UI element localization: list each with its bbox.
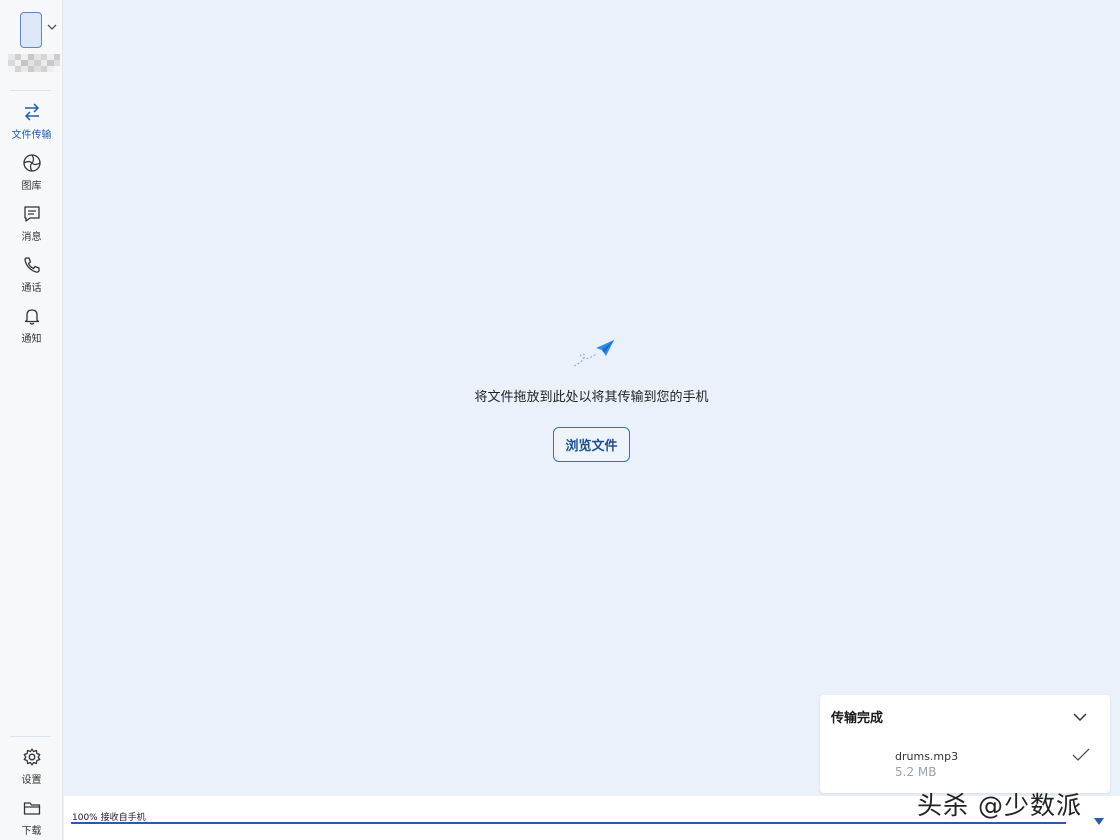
caret-down-icon[interactable] [1094, 818, 1104, 826]
gallery-icon [22, 154, 41, 172]
paper-plane-icon [573, 340, 614, 367]
nav-label: 图库 [21, 181, 42, 192]
nav-messages[interactable]: 消息 [0, 202, 63, 248]
transfer-icon [24, 103, 39, 121]
sidebar-divider [10, 736, 51, 737]
drop-instruction-text: 将文件拖放到此处以将其传输到您的手机 [474, 390, 709, 405]
nav-gallery[interactable]: 图库 [0, 151, 63, 197]
nav-label: 文件传输 [11, 130, 52, 141]
chevron-down-icon[interactable] [47, 22, 57, 32]
progress-bar [71, 822, 1066, 824]
folder-icon [23, 802, 40, 815]
file-name[interactable]: drums.mp3 [895, 750, 958, 763]
browse-files-button[interactable]: 浏览文件 [553, 427, 630, 462]
message-icon [23, 206, 40, 222]
gear-icon [23, 748, 40, 766]
sidebar-divider [10, 90, 51, 91]
nav-settings[interactable]: 设置 [0, 745, 63, 791]
chevron-down-icon[interactable] [1072, 711, 1088, 723]
nav-label: 通话 [21, 283, 42, 294]
phone-icon [23, 257, 40, 273]
nav-downloads[interactable]: 下载 [0, 796, 63, 840]
device-name-blurred [8, 54, 60, 72]
nav-notifications[interactable]: 通知 [0, 304, 63, 350]
nav-calls[interactable]: 通话 [0, 253, 63, 299]
watermark: 头杀 @少数派 [917, 791, 1082, 820]
nav-label: 消息 [21, 232, 42, 243]
bell-icon [24, 309, 39, 325]
nav-file-transfer[interactable]: 文件传输 [0, 100, 63, 146]
file-size: 5.2 MB [895, 765, 937, 779]
checkmark-icon [1072, 748, 1090, 761]
nav-label: 下载 [21, 826, 42, 837]
nav-label: 通知 [21, 334, 42, 345]
panel-title: 传输完成 [831, 711, 884, 726]
nav-label: 设置 [21, 775, 42, 786]
transfer-panel: 传输完成 drums.mp3 5.2 MB [820, 695, 1110, 793]
phone-device-icon[interactable] [20, 12, 42, 48]
sidebar: 文件传输 图库 消息 通话 通知 设置 下载 [0, 0, 63, 840]
